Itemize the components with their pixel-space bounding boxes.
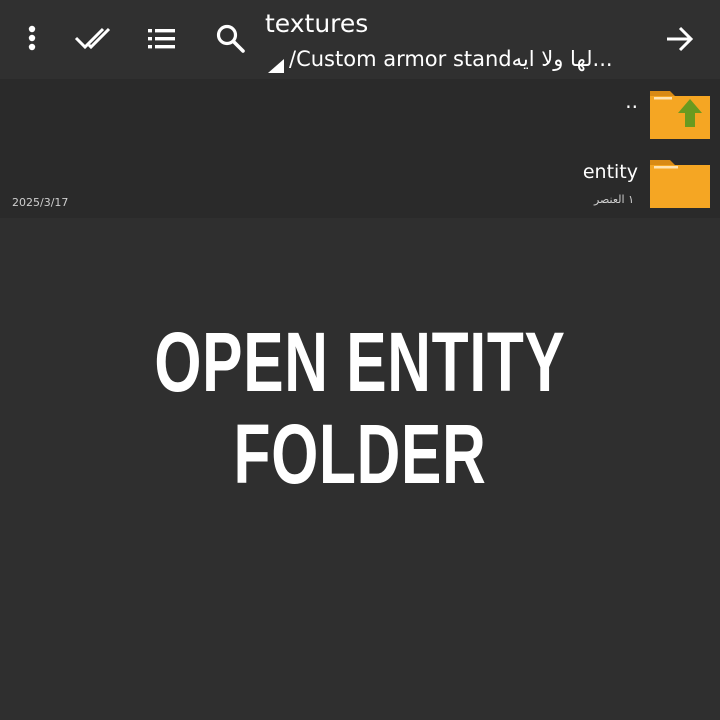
list-item-entity[interactable]: entity ١ العنصر 2025/3/17	[0, 148, 720, 218]
search-icon[interactable]	[214, 22, 248, 56]
parent-folder-label: ..	[625, 89, 638, 113]
folder-name: entity	[582, 161, 638, 183]
folder-icon	[648, 156, 712, 214]
list-item-parent-folder[interactable]: ..	[0, 79, 720, 148]
double-check-icon[interactable]	[74, 24, 112, 54]
more-vert-icon[interactable]	[18, 22, 46, 56]
title-area: textures /Custom armor stand‫لها ولا ايه…	[265, 8, 645, 73]
list-view-icon[interactable]	[146, 26, 178, 52]
item-count: ١ العنصر	[593, 193, 634, 206]
dropdown-triangle-icon	[268, 58, 284, 77]
breadcrumb-path: /Custom armor stand‫لها ولا ايه‬...	[289, 47, 613, 71]
overlay-caption: OPEN ENTITY FOLDER	[154, 315, 566, 501]
arrow-forward-icon[interactable]	[664, 24, 696, 54]
folder-up-icon	[648, 87, 712, 145]
file-list: .. entity ١ العنصر 2025/3/17	[0, 79, 720, 218]
modified-date: 2025/3/17	[12, 196, 69, 209]
top-app-bar: textures /Custom armor stand‫لها ولا ايه…	[0, 0, 720, 79]
breadcrumb[interactable]: /Custom armor stand‫لها ولا ايه‬...	[265, 44, 645, 73]
current-folder-title: textures	[265, 9, 369, 38]
